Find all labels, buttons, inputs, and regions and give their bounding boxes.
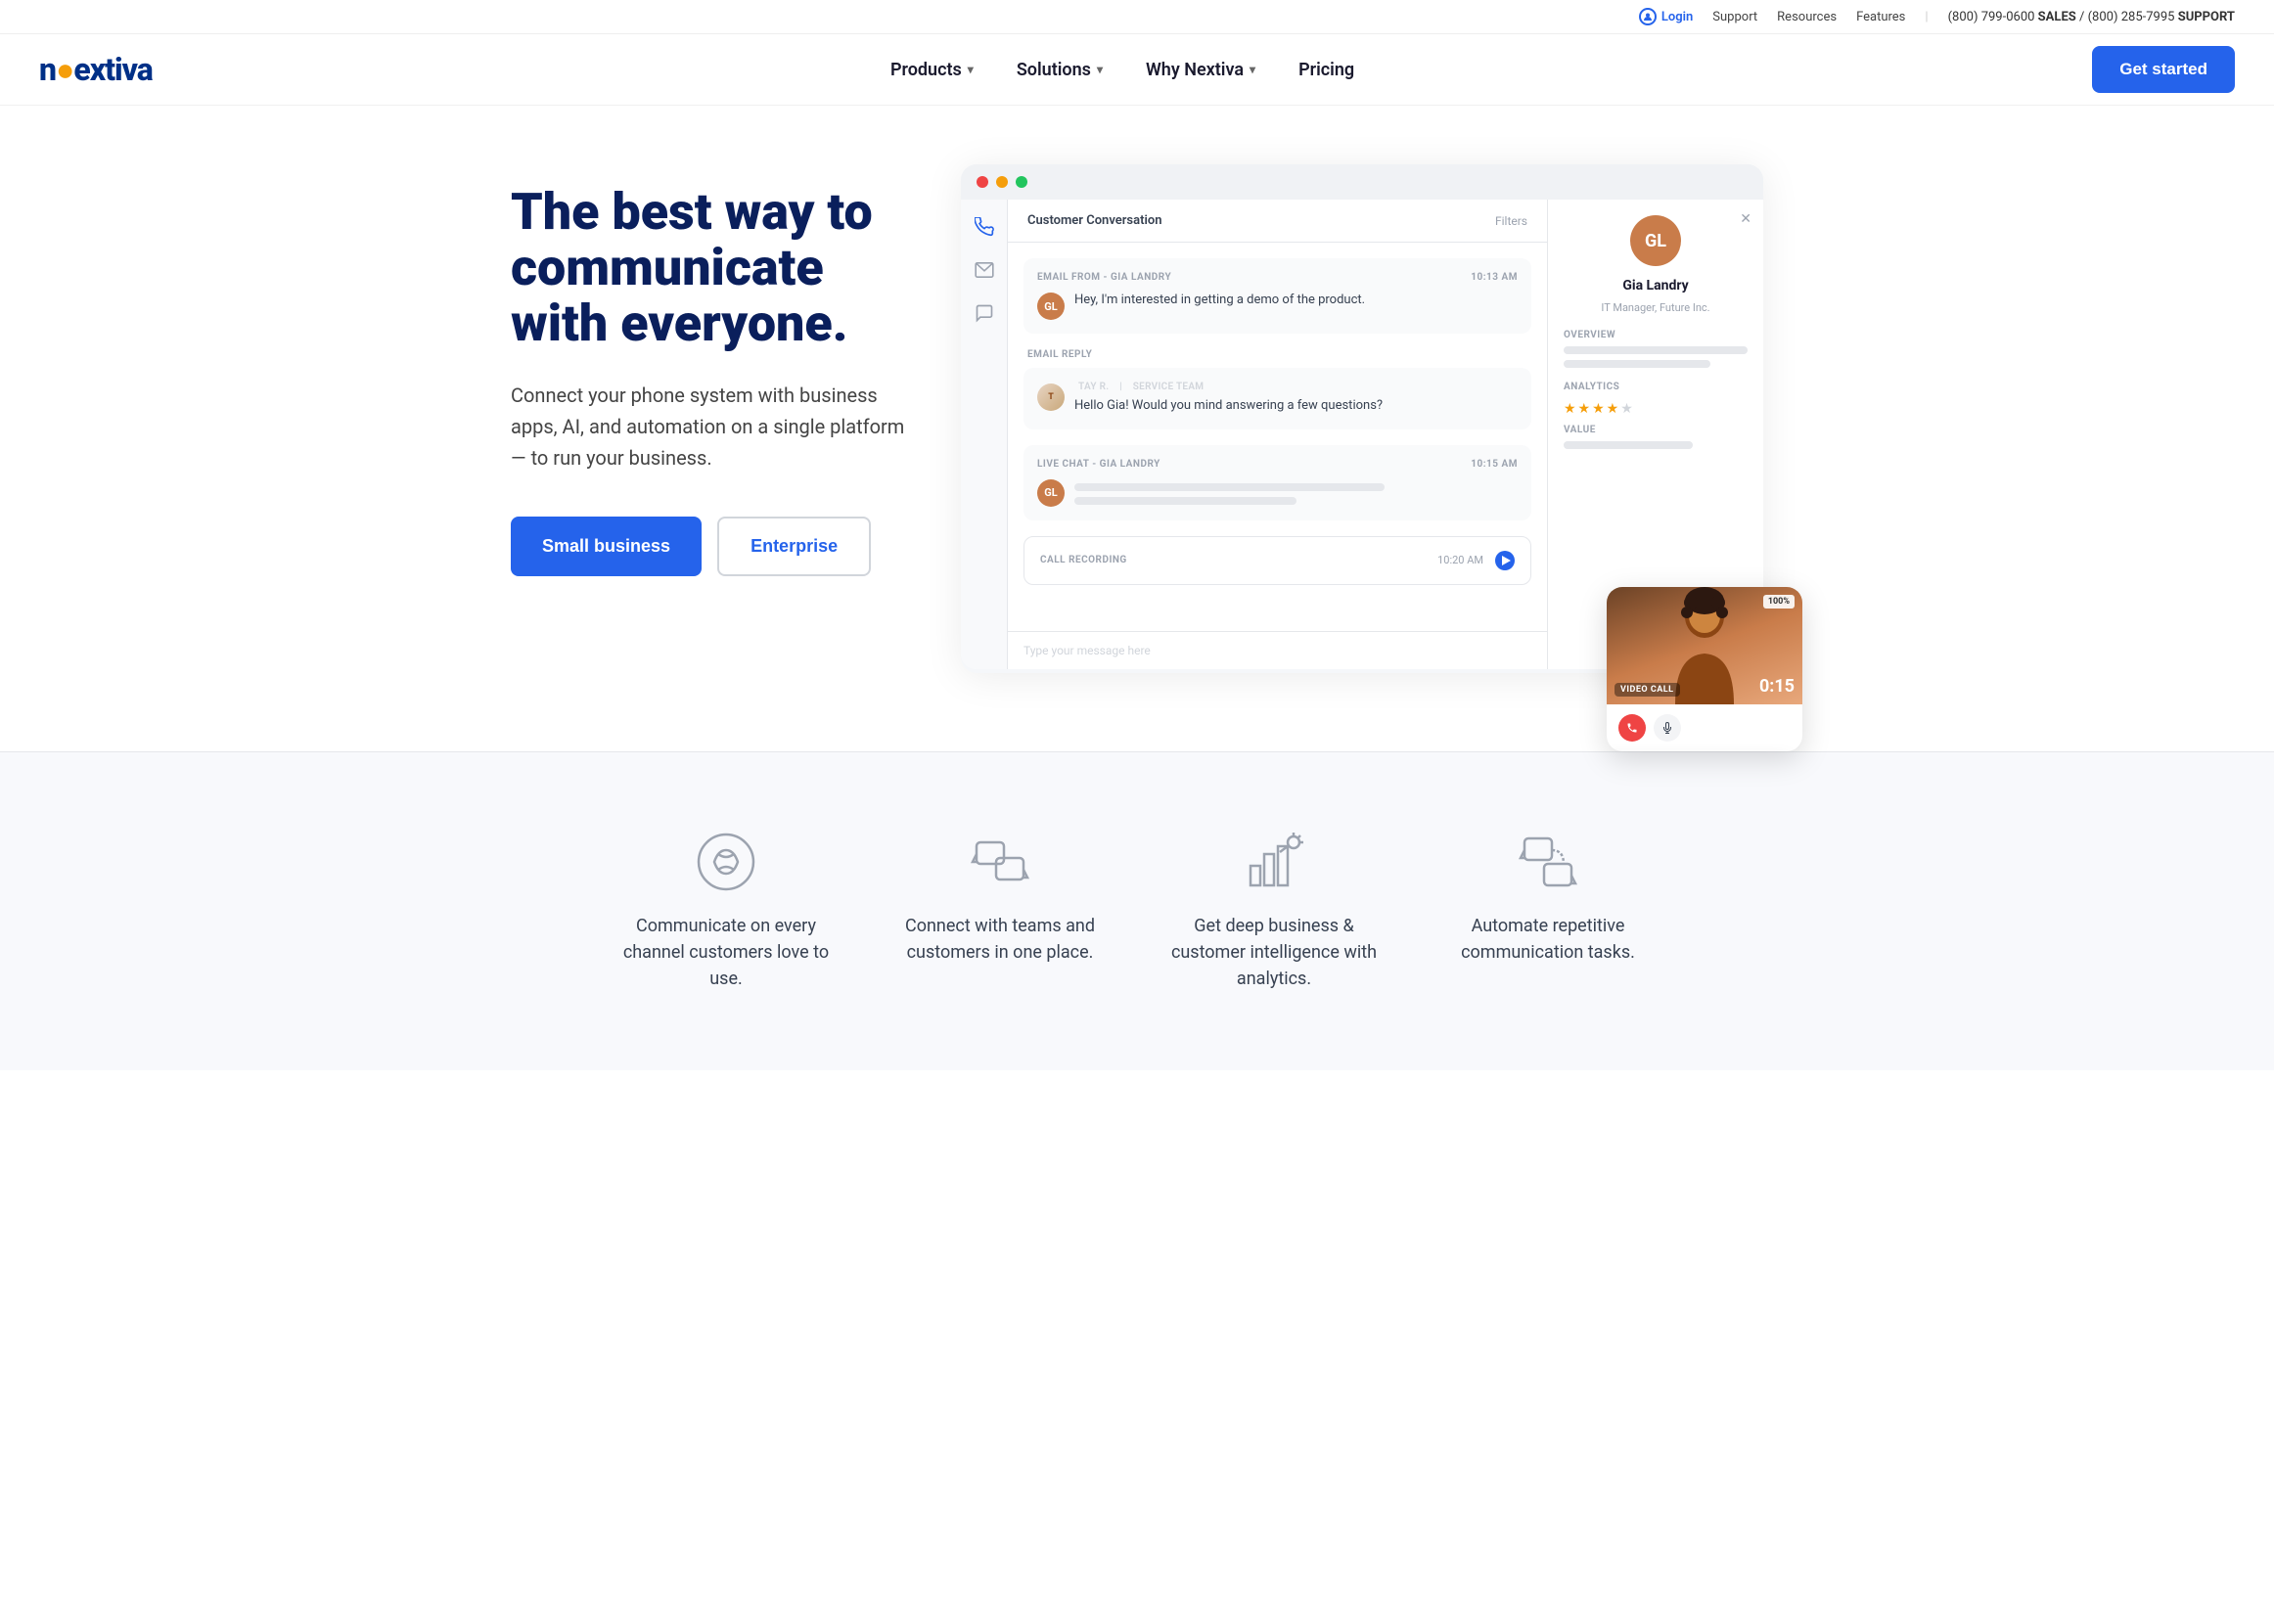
email-time: 10:13 AM — [1471, 272, 1518, 283]
feature-teams-text: Connect with teams and customers in one … — [892, 913, 1108, 966]
get-started-button[interactable]: Get started — [2092, 46, 2235, 93]
live-chat-time: 10:15 AM — [1471, 459, 1518, 470]
feature-automate-text: Automate repetitive communication tasks. — [1440, 913, 1656, 966]
overview-section: OVERVIEW — [1564, 330, 1748, 374]
top-bar: Login Support Resources Features | (800)… — [0, 0, 2274, 34]
communicate-icon — [695, 831, 757, 893]
call-recording-block: CALL RECORDING 10:20 AM — [1023, 536, 1531, 585]
automate-icon — [1517, 831, 1579, 893]
customer-title: IT Manager, Future Inc. — [1601, 301, 1709, 314]
phone-info: (800) 799-0600 SALES / (800) 285-7995 SU… — [1948, 10, 2235, 24]
live-chat-label: LIVE CHAT - GIA LANDRY — [1037, 459, 1160, 470]
video-timer: 0:15 — [1759, 676, 1795, 697]
analytics-section: ANALYTICS ★★★★★ — [1564, 382, 1748, 417]
reply-content: Hello Gia! Would you mind answering a fe… — [1074, 396, 1383, 416]
hero-right: Customer Conversation Filters EMAIL FROM… — [961, 164, 1763, 712]
value-label: VALUE — [1564, 425, 1748, 435]
live-chat-block: LIVE CHAT - GIA LANDRY 10:15 AM GL — [1023, 445, 1531, 520]
hero-subtext: Connect your phone system with business … — [511, 380, 922, 474]
hero-buttons: Small business Enterprise — [511, 517, 922, 576]
feature-communicate-text: Communicate on every channel customers l… — [618, 913, 834, 992]
chat-icon — [973, 301, 996, 325]
rating-stars: ★★★★ — [1564, 401, 1620, 417]
enterprise-button[interactable]: Enterprise — [717, 517, 871, 576]
small-business-button[interactable]: Small business — [511, 517, 702, 576]
login-link[interactable]: Login — [1639, 8, 1693, 25]
window-chrome — [961, 164, 1763, 200]
overview-label: OVERVIEW — [1564, 330, 1748, 340]
feature-analytics: Get deep business & customer intelligenc… — [1137, 811, 1411, 1012]
window-close-dot — [977, 176, 988, 188]
customer-name: Gia Landry — [1622, 278, 1688, 293]
video-thumbnail: 100% 0:15 VIDEO CALL — [1607, 587, 1802, 704]
email-label: EMAIL FROM - GIA LANDRY — [1037, 272, 1171, 283]
video-call-badge: VIDEO CALL — [1615, 683, 1680, 697]
hero-left: The best way to communicate with everyon… — [511, 164, 922, 576]
call-recording-label: CALL RECORDING — [1040, 555, 1426, 565]
video-call-popup: 100% 0:15 VIDEO CALL GL GIA LANDRY Can w… — [1607, 587, 1802, 751]
teams-icon — [969, 831, 1031, 893]
play-button[interactable] — [1495, 551, 1515, 570]
feature-automate: Automate repetitive communication tasks. — [1411, 811, 1685, 1012]
logo[interactable]: n●extiva — [39, 51, 153, 88]
customer-avatar: GL — [1630, 215, 1681, 266]
email-reply-label: EMAIL REPLY — [1023, 349, 1531, 360]
gl-avatar-2: GL — [1037, 479, 1065, 507]
solutions-chevron-icon: ▾ — [1097, 63, 1103, 76]
nav-products[interactable]: Products ▾ — [873, 50, 991, 90]
analytics-icon — [1243, 831, 1305, 893]
email-content: Hey, I'm interested in getting a demo of… — [1074, 291, 1365, 310]
feature-communicate: Communicate on every channel customers l… — [589, 811, 863, 1012]
email-reply-block: T TAY R. | SERVICE TEAM Hello Gi — [1023, 368, 1531, 429]
play-icon — [1502, 556, 1511, 565]
top-bar-links: Login Support Resources Features | (800)… — [1639, 8, 2235, 25]
email-icon — [973, 258, 996, 282]
email-reply-section: EMAIL REPLY T TAY R. | — [1023, 349, 1531, 429]
conversation-panel: Customer Conversation Filters EMAIL FROM… — [1008, 200, 1548, 669]
end-call-button[interactable] — [1618, 714, 1646, 742]
email-message-block: EMAIL FROM - GIA LANDRY 10:13 AM GL Hey,… — [1023, 258, 1531, 334]
value-section: VALUE — [1564, 425, 1748, 449]
phone-icon — [973, 215, 996, 239]
tay-meta: TAY R. | SERVICE TEAM — [1074, 382, 1383, 392]
features-link[interactable]: Features — [1856, 10, 1905, 24]
nav-solutions[interactable]: Solutions ▾ — [999, 50, 1120, 90]
nav-why-nextiva[interactable]: Why Nextiva ▾ — [1128, 50, 1273, 90]
nav-links: Products ▾ Solutions ▾ Why Nextiva ▾ Pri… — [873, 50, 1372, 90]
main-nav: n●extiva Products ▾ Solutions ▾ Why Next… — [0, 34, 2274, 106]
products-chevron-icon: ▾ — [968, 63, 974, 76]
conv-title: Customer Conversation — [1027, 213, 1161, 228]
feature-analytics-text: Get deep business & customer intelligenc… — [1166, 913, 1382, 992]
window-minimize-dot — [996, 176, 1008, 188]
mockup-sidebar — [961, 200, 1008, 669]
login-icon — [1639, 8, 1657, 25]
nav-pricing[interactable]: Pricing — [1281, 50, 1372, 90]
resources-link[interactable]: Resources — [1777, 10, 1837, 24]
conversation-messages: EMAIL FROM - GIA LANDRY 10:13 AM GL Hey,… — [1008, 243, 1547, 631]
video-percentage: 100% — [1763, 595, 1795, 609]
tay-avatar: T — [1037, 383, 1065, 411]
support-link[interactable]: Support — [1712, 10, 1757, 24]
hero-section: The best way to communicate with everyon… — [452, 106, 1822, 751]
features-section: Communicate on every channel customers l… — [0, 751, 2274, 1070]
analytics-label: ANALYTICS — [1564, 382, 1748, 392]
message-input-area[interactable]: Type your message here — [1008, 631, 1547, 669]
call-recording-time: 10:20 AM — [1437, 554, 1483, 566]
video-call-controls — [1607, 704, 1802, 751]
gl-avatar: GL — [1037, 293, 1065, 320]
logo-text: n●extiva — [39, 51, 153, 88]
why-nextiva-chevron-icon: ▾ — [1250, 63, 1255, 76]
mute-button[interactable] — [1654, 714, 1681, 742]
window-maximize-dot — [1016, 176, 1027, 188]
conv-filters: Filters — [1495, 214, 1527, 228]
feature-teams: Connect with teams and customers in one … — [863, 811, 1137, 1012]
hero-headline: The best way to communicate with everyon… — [511, 184, 922, 352]
conv-header: Customer Conversation Filters — [1008, 200, 1547, 243]
close-icon[interactable]: ✕ — [1740, 211, 1751, 227]
rating-half-star: ★ — [1620, 401, 1633, 417]
